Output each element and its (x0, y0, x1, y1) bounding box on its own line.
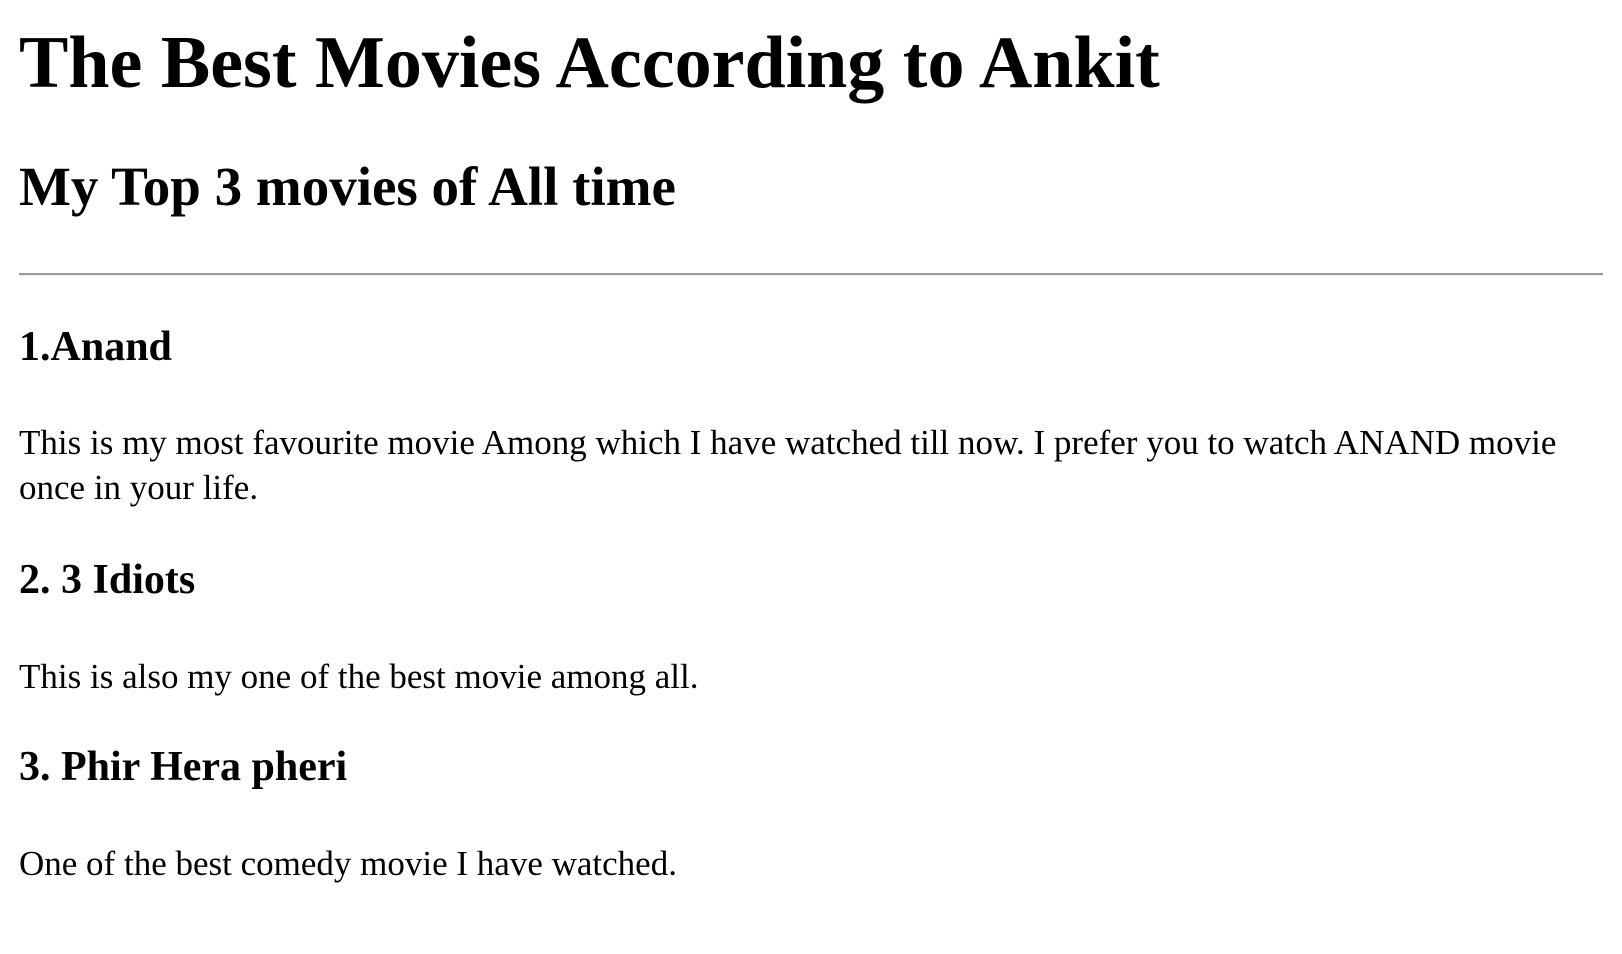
movie-heading-anand: 1.Anand (19, 324, 172, 370)
movie-heading-3-idiots: 2. 3 Idiots (19, 557, 196, 603)
page-subtitle: My Top 3 movies of All time (19, 156, 676, 217)
movie-description-phir-hera-pheri: One of the best comedy movie I have watc… (19, 844, 677, 883)
page: The Best Movies According to Ankit My To… (0, 0, 1622, 954)
movie-description-3-idiots: This is also my one of the best movie am… (19, 657, 699, 696)
page-title: The Best Movies According to Ankit (19, 22, 1160, 104)
movie-description-anand: This is my most favourite movie Among wh… (19, 423, 1557, 507)
horizontal-divider (19, 273, 1603, 276)
movie-heading-phir-hera-pheri: 3. Phir Hera pheri (19, 744, 348, 790)
